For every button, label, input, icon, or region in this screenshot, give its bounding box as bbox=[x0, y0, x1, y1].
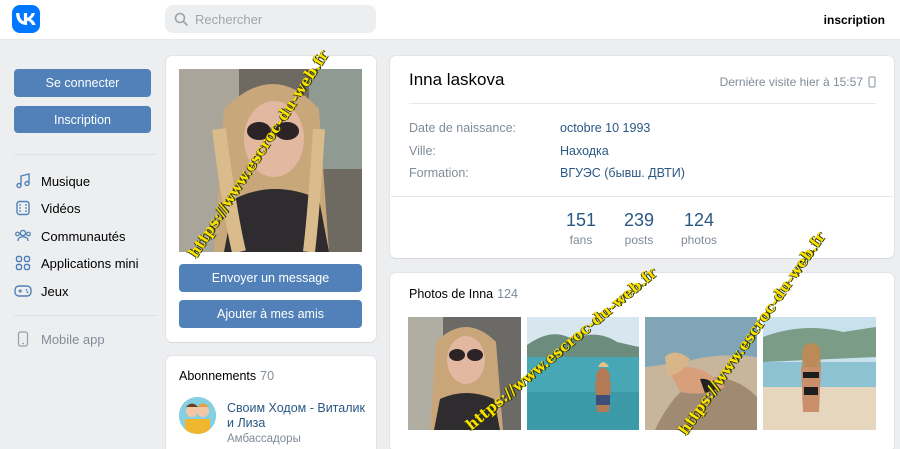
info-row-education: Formation: ВГУЭС (бывш. ДВТИ) bbox=[409, 166, 685, 180]
subscriptions-title: Abonnements 70 bbox=[179, 369, 274, 383]
last-seen-text: Dernière visite hier à 15:57 bbox=[719, 75, 863, 89]
search-placeholder: Rechercher bbox=[195, 11, 263, 27]
sidebar-item-label: Communautés bbox=[41, 228, 126, 244]
divider bbox=[409, 103, 876, 104]
add-friend-button[interactable]: Ajouter à mes amis bbox=[179, 300, 362, 328]
sidebar-item-label: Musique bbox=[41, 173, 91, 189]
stat-value: 151 bbox=[565, 210, 597, 230]
sidebar-item-mini-apps[interactable]: Applications mini bbox=[14, 253, 139, 273]
info-label: Ville: bbox=[409, 144, 436, 158]
stat-value: 239 bbox=[623, 210, 655, 230]
photos-title[interactable]: Photos de Inna 124 bbox=[409, 287, 518, 301]
sidebar-item-games[interactable]: Jeux bbox=[14, 281, 68, 301]
photo-thumbnail[interactable] bbox=[763, 317, 876, 430]
photo-thumbnail[interactable] bbox=[408, 317, 521, 430]
divider bbox=[391, 196, 893, 197]
sidebar-item-label: Jeux bbox=[41, 283, 69, 299]
stat-photos[interactable]: 124 photos bbox=[676, 210, 722, 247]
subscription-avatar[interactable] bbox=[179, 397, 216, 434]
nav-divider bbox=[14, 315, 157, 316]
info-label: Formation: bbox=[409, 166, 469, 180]
sidebar-item-label: Vidéos bbox=[41, 200, 81, 216]
nav-divider bbox=[14, 154, 157, 155]
info-row-city: Ville: Находка bbox=[409, 144, 609, 158]
info-row-birthday: Date de naissance: octobre 10 1993 bbox=[409, 121, 650, 135]
subscriptions-count: 70 bbox=[260, 369, 275, 383]
search-icon bbox=[174, 12, 188, 26]
last-seen-status: Dernière visite hier à 15:57 bbox=[720, 75, 876, 89]
mobile-icon bbox=[868, 76, 876, 88]
info-label: Date de naissance: bbox=[409, 121, 517, 135]
subscriptions-title-text: Abonnements bbox=[179, 369, 257, 383]
subscription-name[interactable]: Своим Ходом - Виталик и Лиза bbox=[227, 401, 367, 431]
sidebar-item-label: Mobile app bbox=[41, 331, 105, 347]
signup-button[interactable]: Inscription bbox=[14, 106, 151, 133]
music-icon bbox=[14, 172, 32, 190]
photos-title-text: Photos de Inna bbox=[409, 287, 494, 301]
info-value-link[interactable]: octobre 10 1993 bbox=[560, 121, 650, 135]
communities-icon bbox=[14, 227, 32, 245]
signup-link[interactable]: inscription bbox=[824, 13, 885, 27]
info-value-link[interactable]: ВГУЭС (бывш. ДВТИ) bbox=[560, 166, 685, 180]
stat-label: posts bbox=[624, 233, 654, 247]
gamepad-icon bbox=[14, 282, 32, 300]
stat-value: 124 bbox=[683, 210, 715, 230]
sidebar-item-communities[interactable]: Communautés bbox=[14, 226, 126, 246]
profile-name: Inna laskova bbox=[409, 70, 505, 89]
send-message-button[interactable]: Envoyer un message bbox=[179, 264, 362, 292]
sidebar-item-label: Applications mini bbox=[41, 255, 139, 271]
info-value-link[interactable]: Находка bbox=[560, 144, 609, 158]
apps-icon bbox=[14, 254, 32, 272]
vk-logo-icon[interactable] bbox=[12, 5, 40, 33]
sidebar-item-videos[interactable]: Vidéos bbox=[14, 198, 81, 218]
subscription-subtitle: Амбассадоры bbox=[227, 433, 301, 445]
photos-count: 124 bbox=[497, 287, 518, 301]
phone-icon bbox=[14, 330, 32, 348]
stat-label: fans bbox=[569, 233, 593, 247]
login-button[interactable]: Se connecter bbox=[14, 69, 151, 97]
sidebar-item-music[interactable]: Musique bbox=[14, 171, 90, 191]
search-input[interactable]: Rechercher bbox=[165, 5, 376, 33]
stat-fans[interactable]: 151 fans bbox=[562, 210, 600, 247]
sidebar-item-mobile-app[interactable]: Mobile app bbox=[14, 329, 105, 349]
stat-posts[interactable]: 239 posts bbox=[618, 210, 660, 247]
top-header: Rechercher inscription bbox=[0, 0, 900, 40]
stat-label: photos bbox=[680, 233, 718, 247]
video-icon bbox=[14, 199, 32, 217]
